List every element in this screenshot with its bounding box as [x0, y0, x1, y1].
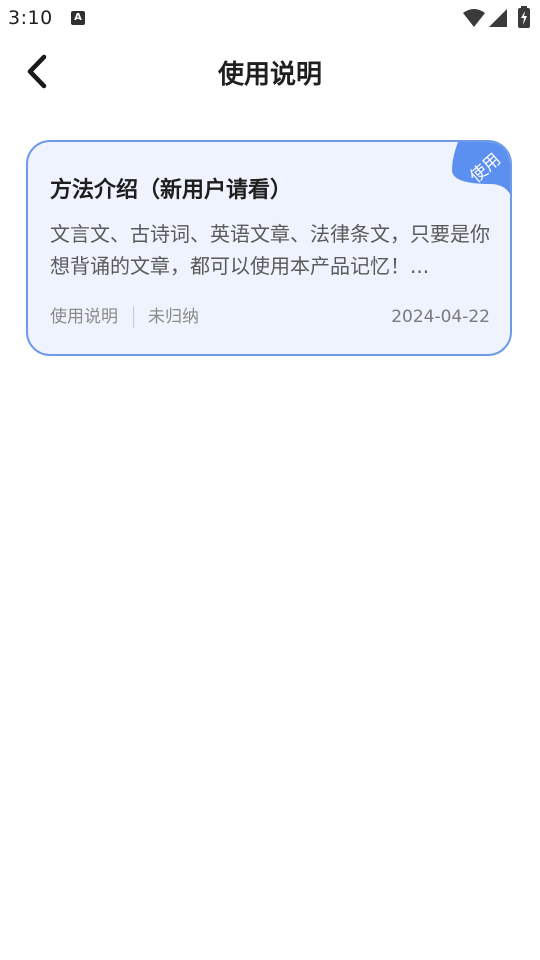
- card-date: 2024-04-22: [391, 307, 490, 327]
- instruction-card[interactable]: 使用 方法介绍（新用户请看） 文言文、古诗词、英语文章、法律条文，只要是你想背诵…: [26, 140, 512, 356]
- status-tag: 未归纳: [148, 307, 199, 327]
- category-tag: 使用说明: [50, 307, 118, 327]
- notification-a-icon: A: [71, 11, 85, 25]
- tag-divider: [133, 306, 134, 328]
- status-time: 3:10: [8, 7, 53, 29]
- notification-a-letter: A: [74, 12, 82, 23]
- corner-ribbon: 使用: [448, 142, 510, 196]
- header: 使用说明: [0, 40, 540, 104]
- card-title: 方法介绍（新用户请看）: [50, 178, 293, 203]
- battery-charging-icon: [518, 6, 530, 28]
- card-summary: 文言文、古诗词、英语文章、法律条文，只要是你想背诵的文章，都可以使用本产品记忆！…: [50, 222, 490, 278]
- wifi-icon: [463, 9, 485, 27]
- signal-icon: [489, 9, 507, 27]
- status-bar: 3:10 A: [0, 0, 540, 36]
- screen: 3:10 A 使用说明 使用 方法介绍（新用户请看） 文言文、古诗词、英语文章、…: [0, 0, 540, 960]
- page-title: 使用说明: [217, 60, 322, 90]
- card-footer: 使用说明 未归纳 2024-04-22: [50, 304, 490, 330]
